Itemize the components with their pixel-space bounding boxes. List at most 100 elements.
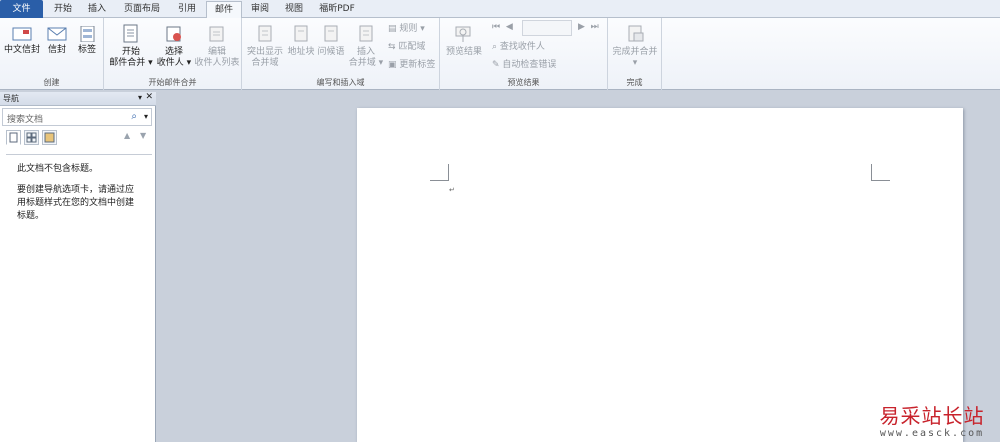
document-icon	[123, 24, 138, 43]
tab-mailings[interactable]: 邮件	[206, 1, 242, 19]
start-label-line1: 开始	[121, 47, 140, 57]
paragraph-mark-icon: ↵	[449, 186, 455, 194]
highlight-merge-fields-button[interactable]: 突出显示 合并域	[244, 24, 286, 69]
create-headings-hint: 要创建导航选项卡，请通过应用标题样式在您的文档中创建标题。	[17, 185, 135, 221]
pages-icon	[26, 132, 37, 143]
tab-view[interactable]: 视图	[278, 0, 310, 18]
watermark-url: www.easck.com	[879, 428, 985, 439]
select-label-line1: 选择	[164, 47, 183, 57]
labels-button[interactable]: 标签	[74, 26, 100, 56]
tab-references[interactable]: 引用	[170, 0, 204, 18]
group-write-insert-label: 编写和插入域	[316, 78, 365, 87]
envelope-icon	[12, 27, 32, 41]
previous-record-icon[interactable]: ◀	[506, 22, 513, 32]
group-finish-label: 完成	[626, 78, 643, 87]
dropdown-arrow-icon: ▾	[145, 58, 153, 68]
envelope-button[interactable]: 信封	[44, 26, 70, 56]
preview-icon	[455, 26, 471, 42]
pane-options-icon[interactable]: ▾	[138, 93, 142, 102]
dropdown-arrow-icon: ▾	[632, 58, 638, 68]
search-placeholder: 搜索文档	[7, 115, 44, 125]
start-mail-merge-button[interactable]: 开始 邮件合并 ▾	[108, 24, 154, 69]
site-watermark: 易采站长站 www.easck.com	[868, 404, 996, 439]
next-heading-icon[interactable]: ▼	[140, 131, 146, 140]
insert-merge-field-button[interactable]: 插入 合并域 ▾	[346, 24, 386, 69]
highlight-icon	[258, 25, 272, 42]
insert-label-line1: 插入	[356, 47, 375, 57]
group-write-insert-fields: 突出显示 合并域 地址块 问候语 插入 合并域 ▾ ▤ 规则 ▾ ⇆ 匹配域 ▣…	[242, 18, 440, 90]
navigation-pane: 导航 ▾ ✕ 搜索文档 ⌕ ▾ ▲ ▼ 此文档不包含标题。 要创建导航选项卡，请…	[0, 92, 156, 442]
labels-label: 标签	[77, 45, 96, 55]
recipients-icon	[166, 26, 181, 42]
tab-review[interactable]: 审阅	[244, 0, 276, 18]
insert-field-icon	[359, 25, 373, 42]
greeting-label: 问候语	[317, 47, 345, 57]
search-options-icon[interactable]: ▾	[144, 112, 148, 121]
update-labels-button[interactable]: ▣ 更新标签	[388, 60, 435, 71]
auto-check-errors-button[interactable]: ✎ 自动检查错误	[492, 60, 556, 71]
find-recipient-button[interactable]: ⌕ 查找收件人	[492, 42, 545, 53]
next-record-icon[interactable]: ▶	[578, 22, 585, 32]
tab-home[interactable]: 开始	[46, 0, 80, 18]
headings-icon	[9, 132, 18, 143]
tab-insert[interactable]: 插入	[80, 0, 114, 18]
close-icon[interactable]: ✕	[145, 92, 153, 102]
document-page[interactable]: ↵	[357, 108, 963, 442]
edit-recipient-list-button[interactable]: 编辑 收件人列表	[194, 24, 240, 69]
update-labels-label: 更新标签	[399, 60, 436, 70]
margin-corner-top-right	[871, 164, 890, 181]
select-recipients-button[interactable]: 选择 收件人 ▾	[154, 24, 194, 69]
auto-check-label: 自动检查错误	[502, 60, 557, 70]
address-block-button[interactable]: 地址块	[286, 24, 316, 58]
chinese-envelope-button[interactable]: 中文信封	[2, 26, 42, 56]
find-recipient-icon: ⌕	[492, 42, 500, 52]
edit-label-line2: 收件人列表	[194, 58, 240, 68]
update-labels-icon: ▣	[388, 60, 400, 70]
group-create: 中文信封 信封 标签 创建	[0, 18, 104, 90]
last-record-icon[interactable]: ⏭	[591, 22, 599, 32]
results-icon	[44, 132, 55, 143]
chinese-envelope-label: 中文信封	[3, 45, 40, 55]
group-start-mail-merge: 开始 邮件合并 ▾ 选择 收件人 ▾ 编辑 收件人列表 开始邮件合并	[104, 18, 242, 90]
preview-results-button[interactable]: 预览结果	[442, 24, 486, 58]
envelope-icon	[47, 27, 67, 41]
highlight-label-line1: 突出显示	[246, 47, 283, 57]
record-number-input[interactable]	[522, 20, 572, 36]
dropdown-arrow-icon: ▾	[375, 58, 384, 68]
navigation-message: 此文档不包含标题。 要创建导航选项卡，请通过应用标题样式在您的文档中创建标题。	[6, 154, 152, 223]
first-record-icon[interactable]: ⏮	[492, 22, 500, 32]
preview-results-label: 预览结果	[445, 47, 482, 57]
tab-page-layout[interactable]: 页面布局	[116, 0, 168, 18]
match-fields-button[interactable]: ⇆ 匹配域	[388, 42, 425, 53]
record-navigation-forward: ▶ ⏭	[578, 22, 599, 33]
group-preview-label: 预览结果	[507, 78, 540, 87]
start-label-line2: 邮件合并	[109, 58, 146, 68]
insert-label-line2: 合并域	[348, 58, 376, 68]
navigation-pane-header: 导航 ▾ ✕	[0, 92, 156, 106]
tab-file[interactable]: 文件	[0, 0, 43, 18]
tab-foxit-pdf[interactable]: 福昕PDF	[312, 0, 362, 18]
greeting-line-button[interactable]: 问候语	[316, 24, 346, 58]
match-fields-label: 匹配域	[398, 42, 426, 52]
finish-merge-button[interactable]: 完成并合并 ▾	[610, 24, 660, 69]
results-view-tab[interactable]	[42, 130, 57, 145]
dropdown-arrow-icon: ▾	[417, 24, 425, 34]
envelope-label: 信封	[47, 45, 66, 55]
pages-view-tab[interactable]	[24, 130, 39, 145]
address-block-icon	[294, 25, 308, 42]
rules-button[interactable]: ▤ 规则 ▾	[388, 24, 425, 35]
headings-view-tab[interactable]	[6, 130, 21, 145]
auto-check-icon: ✎	[492, 60, 503, 70]
labels-icon	[80, 26, 95, 42]
greeting-icon	[324, 25, 338, 42]
group-start-mail-merge-label: 开始邮件合并	[148, 78, 197, 87]
search-icon[interactable]: ⌕	[131, 111, 137, 122]
previous-heading-icon[interactable]: ▲	[124, 131, 130, 140]
no-headings-message: 此文档不包含标题。	[17, 164, 99, 174]
navigation-pane-title: 导航	[3, 94, 19, 103]
select-label-line2: 收件人	[156, 58, 184, 68]
search-document-input[interactable]: 搜索文档 ⌕ ▾	[2, 108, 152, 126]
record-navigation: ⏮ ◀	[492, 22, 513, 33]
rules-icon: ▤	[388, 24, 400, 34]
dropdown-arrow-icon: ▾	[183, 58, 192, 68]
